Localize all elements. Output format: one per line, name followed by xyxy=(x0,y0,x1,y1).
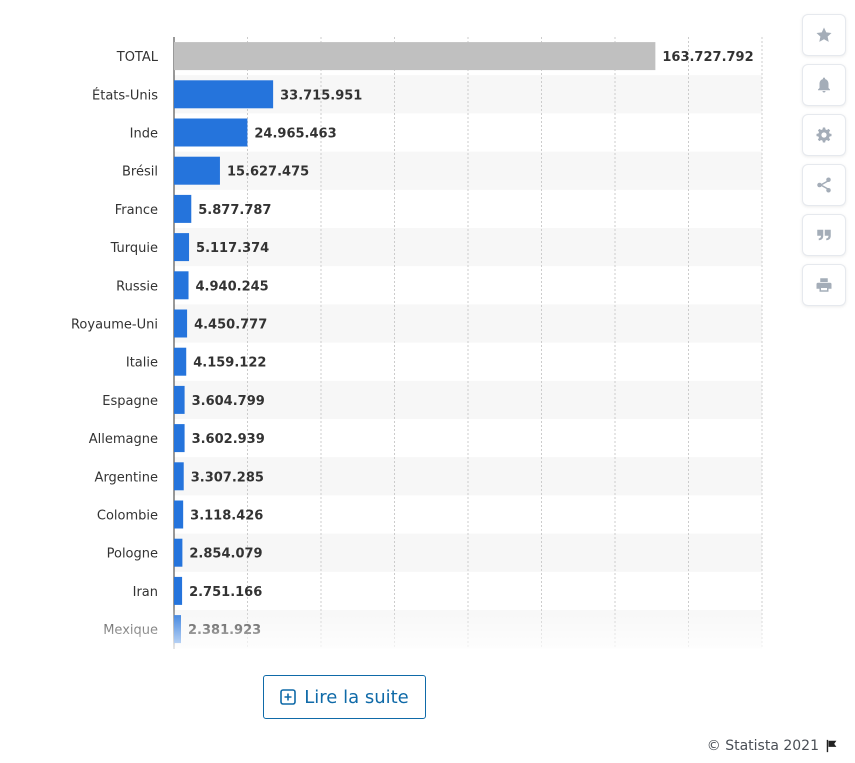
value-label: 5.877.787 xyxy=(198,203,271,218)
quote-icon xyxy=(817,229,831,241)
value-label: 4.940.245 xyxy=(196,279,269,294)
category-label: Royaume-Uni xyxy=(71,318,158,333)
value-label: 24.965.463 xyxy=(254,127,336,142)
copyright-credit: © Statista 2021 xyxy=(706,738,819,754)
category-label: Iran xyxy=(133,585,158,600)
value-label: 3.307.285 xyxy=(191,470,264,485)
category-label: TOTAL xyxy=(116,50,159,65)
print-button[interactable] xyxy=(802,264,846,306)
cite-button[interactable] xyxy=(802,214,846,256)
share-icon xyxy=(817,177,831,193)
category-labels: TOTAL États-Unis Inde Brésil France Turquie Ru… xyxy=(71,50,159,638)
bar[interactable] xyxy=(174,118,248,147)
value-label: 3.118.426 xyxy=(190,509,263,524)
category-label: Inde xyxy=(130,127,158,142)
bar-total[interactable] xyxy=(174,42,656,71)
footer: © Statista 2021 xyxy=(707,738,839,754)
read-more-label: Lire la suite xyxy=(304,686,409,708)
category-label: Allemagne xyxy=(89,432,158,447)
category-label: Espagne xyxy=(102,394,158,409)
value-label: 4.450.777 xyxy=(194,318,267,333)
notification-button[interactable] xyxy=(802,64,846,106)
value-label: 4.159.122 xyxy=(193,356,266,371)
bar[interactable] xyxy=(174,385,185,414)
plus-square-icon xyxy=(280,689,297,705)
bar[interactable] xyxy=(174,156,220,185)
category-label: Mexique xyxy=(103,623,158,638)
settings-button[interactable] xyxy=(802,114,846,156)
category-label: États-Unis xyxy=(92,87,158,103)
share-button[interactable] xyxy=(802,164,846,206)
value-label: 5.117.374 xyxy=(196,241,269,256)
flag-icon[interactable] xyxy=(825,739,839,753)
value-label: 33.715.951 xyxy=(280,88,362,103)
category-label: Italie xyxy=(126,356,158,371)
value-label: 2.854.079 xyxy=(189,547,262,562)
bar-chart: TOTAL États-Unis Inde Brésil France Turquie Ru… xyxy=(71,37,763,649)
value-label: 2.381.923 xyxy=(188,623,261,638)
chart-toolbar xyxy=(802,14,846,314)
bar[interactable] xyxy=(174,233,190,262)
print-icon xyxy=(816,278,832,292)
bar[interactable] xyxy=(174,576,183,605)
value-label: 15.627.475 xyxy=(227,165,309,180)
bar[interactable] xyxy=(174,271,189,300)
bar[interactable] xyxy=(174,500,184,529)
bar[interactable] xyxy=(174,194,192,223)
category-label: Colombie xyxy=(97,509,158,524)
category-label: Argentine xyxy=(95,470,158,485)
bar[interactable] xyxy=(174,80,274,109)
gear-icon xyxy=(816,127,832,143)
value-label: 3.602.939 xyxy=(192,432,265,447)
bell-icon xyxy=(818,77,830,93)
bar[interactable] xyxy=(174,462,184,491)
value-label: 163.727.792 xyxy=(662,50,753,65)
bar[interactable] xyxy=(174,424,185,453)
star-icon xyxy=(816,27,832,42)
category-label: France xyxy=(115,203,158,218)
value-label: 2.751.166 xyxy=(189,585,262,600)
read-more-button[interactable]: Lire la suite xyxy=(263,675,426,719)
bar[interactable] xyxy=(174,615,182,644)
favorite-button[interactable] xyxy=(802,14,846,56)
bar[interactable] xyxy=(174,347,187,376)
value-label: 3.604.799 xyxy=(192,394,265,409)
bar[interactable] xyxy=(174,538,183,567)
category-label: Russie xyxy=(116,279,158,294)
category-label: Brésil xyxy=(122,165,158,180)
category-label: Turquie xyxy=(110,241,158,256)
category-label: Pologne xyxy=(107,547,158,562)
bar[interactable] xyxy=(174,309,188,338)
